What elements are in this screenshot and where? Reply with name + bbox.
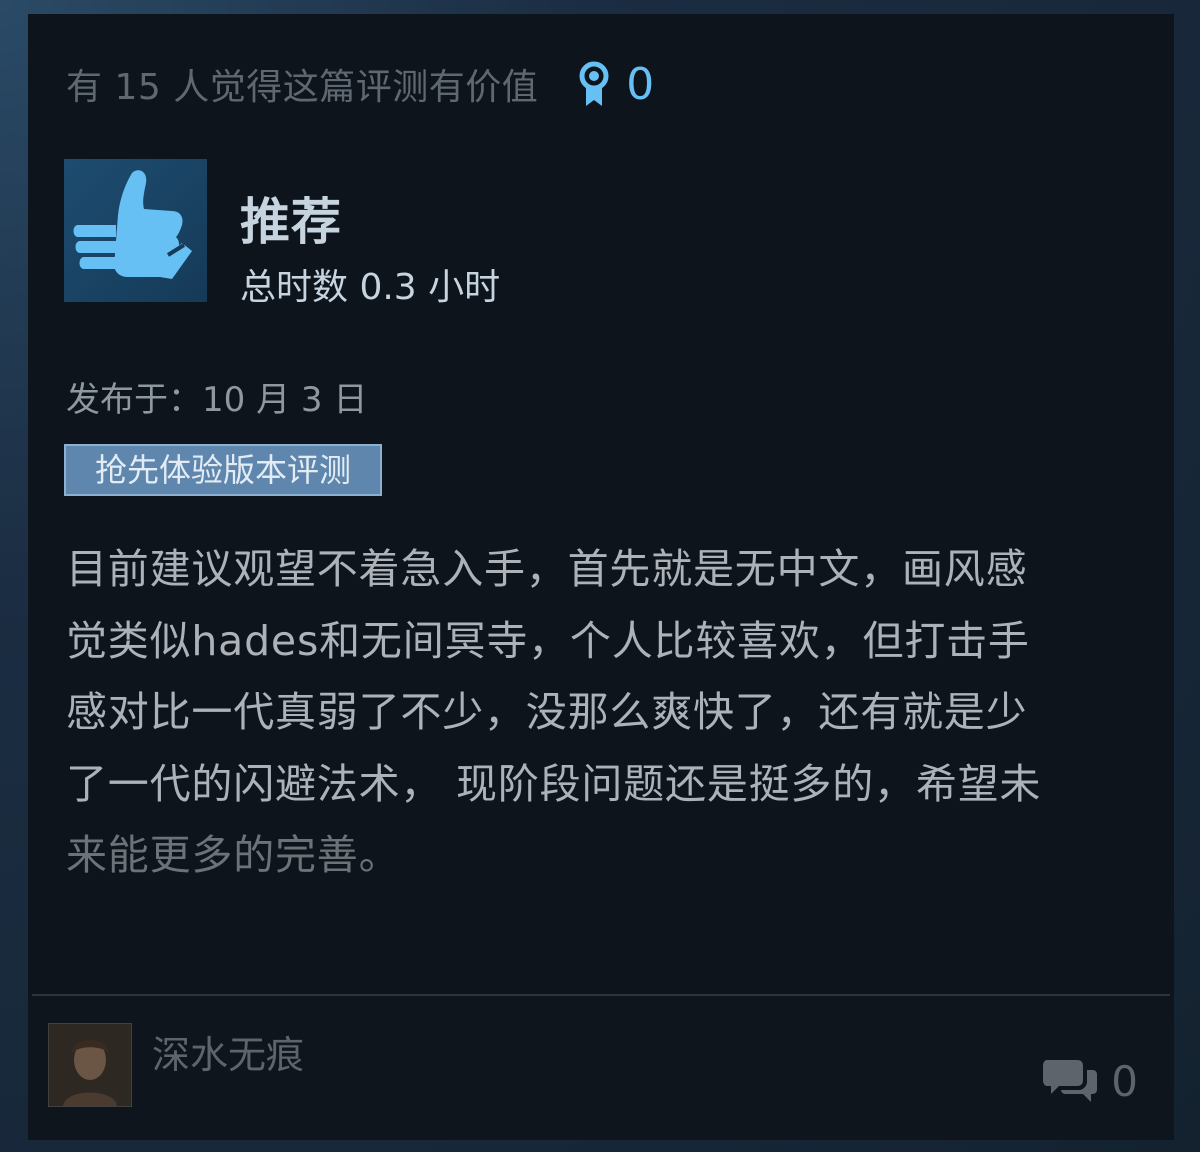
posted-date: 发布于：10 月 3 日 <box>66 380 368 420</box>
avatar-image-icon <box>49 1024 131 1106</box>
review-line: 来能更多的完善。 <box>66 831 401 879</box>
award-count: 0 <box>626 58 655 110</box>
review-footer: 深水无痕 0 <box>28 996 1174 1140</box>
review-line: 目前建议观望不着急入手，首先就是无中文，画风感 <box>66 545 1028 593</box>
review-line: 觉类似hades和无间冥寺，个人比较喜欢，但打击手 <box>66 616 1030 665</box>
early-access-badge: 抢先体验版本评测 <box>64 444 382 496</box>
recommend-thumb <box>64 159 207 302</box>
review-text: 目前建议观望不着急入手，首先就是无中文，画风感 觉类似hades和无间冥寺，个人… <box>66 534 1141 892</box>
review-card: 有 15 人觉得这篇评测有价值 0 推荐 总时数 0.3 小时 发布于：10 月… <box>28 14 1174 1140</box>
avatar[interactable] <box>48 1023 132 1107</box>
review-line: 了一代的闪避法术， 现阶段问题还是挺多的，希望未 <box>66 759 1042 808</box>
author-name[interactable]: 深水无痕 <box>152 1024 304 1079</box>
helpful-count-text: 有 15 人觉得这篇评测有价值 <box>66 67 539 108</box>
comment-bubbles-icon <box>1043 1060 1098 1102</box>
review-line: 感对比一代真弱了不少，没那么爽快了，还有就是少 <box>66 688 1028 736</box>
thumbs-up-icon <box>73 170 192 279</box>
award-button[interactable]: 0 <box>576 59 654 110</box>
helpful-row: 有 15 人觉得这篇评测有价值 0 <box>66 54 654 114</box>
playtime-text: 总时数 0.3 小时 <box>240 267 501 308</box>
award-ribbon-icon <box>579 61 609 106</box>
comments-button[interactable]: 0 <box>1043 1056 1138 1106</box>
recommendation-label: 推荐 <box>240 193 342 251</box>
comment-count: 0 <box>1111 1056 1138 1106</box>
